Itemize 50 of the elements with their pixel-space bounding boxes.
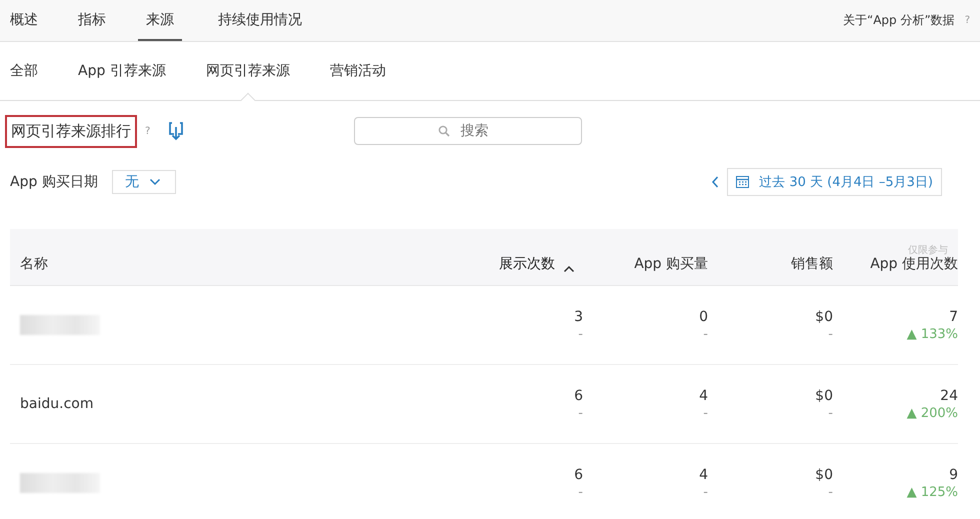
search-icon <box>438 125 450 137</box>
table-cell: 6 <box>574 466 583 484</box>
chevron-down-icon <box>148 178 161 186</box>
filter-label: App 购买日期 <box>10 173 98 191</box>
table-cell: $0 <box>815 387 833 405</box>
change-value: - <box>703 484 708 502</box>
change-value: ▲ 125% <box>906 484 958 502</box>
calendar-icon <box>736 176 750 188</box>
purchase-date-dropdown[interactable]: 无 <box>112 170 176 194</box>
column-note: 仅限参与 <box>908 244 948 256</box>
change-value: - <box>703 405 708 423</box>
table-cell: 9 <box>949 466 958 484</box>
nav-tab[interactable]: 指标 <box>78 0 106 41</box>
table-cell: $0 <box>815 308 833 326</box>
sort-ascending-icon[interactable] <box>563 265 575 273</box>
table-cell: 4 <box>699 387 708 405</box>
section-title: 网页引荐来源排行 <box>5 114 137 148</box>
change-value: ▲ 200% <box>906 405 958 423</box>
change-value: - <box>703 326 708 344</box>
search-field[interactable]: 搜索 <box>354 117 582 145</box>
sub-tab[interactable]: 营销活动 <box>330 42 386 100</box>
about-link[interactable]: 关于“App 分析”数据 <box>842 12 955 29</box>
chevron-left-icon[interactable] <box>711 176 720 188</box>
table-cell: 3 <box>574 308 583 326</box>
table-cell: 6 <box>574 387 583 405</box>
column-header[interactable]: 展示次数 <box>499 255 555 273</box>
column-header[interactable]: App 购买量 <box>634 255 708 273</box>
sub-tab[interactable]: 全部 <box>10 42 38 100</box>
table-cell: 24 <box>940 387 958 405</box>
column-header[interactable]: App 使用次数 <box>870 255 958 273</box>
sub-tab[interactable]: App 引荐来源 <box>78 42 166 100</box>
table-cell: 0 <box>699 308 708 326</box>
table-cell: 4 <box>699 466 708 484</box>
table-cell: 7 <box>949 308 958 326</box>
change-value: - <box>828 484 833 502</box>
nav-tab[interactable]: 持续使用情况 <box>218 0 302 41</box>
date-range-button[interactable]: 过去 30 天 (4月4日 –5月3日) <box>727 168 942 196</box>
nav-tab[interactable]: 来源 <box>138 0 182 41</box>
change-value: - <box>578 484 583 502</box>
change-value: - <box>578 326 583 344</box>
nav-tab[interactable]: 概述 <box>10 0 38 41</box>
change-value: - <box>578 405 583 423</box>
change-value: ▲ 133% <box>906 326 958 344</box>
table-cell: $0 <box>815 466 833 484</box>
change-value: - <box>828 326 833 344</box>
download-icon[interactable] <box>168 121 184 141</box>
change-value: - <box>828 405 833 423</box>
table-cell-text: baidu.com <box>20 396 94 412</box>
column-header[interactable]: 名称 <box>20 255 48 273</box>
column-header[interactable]: 销售额 <box>791 255 833 273</box>
